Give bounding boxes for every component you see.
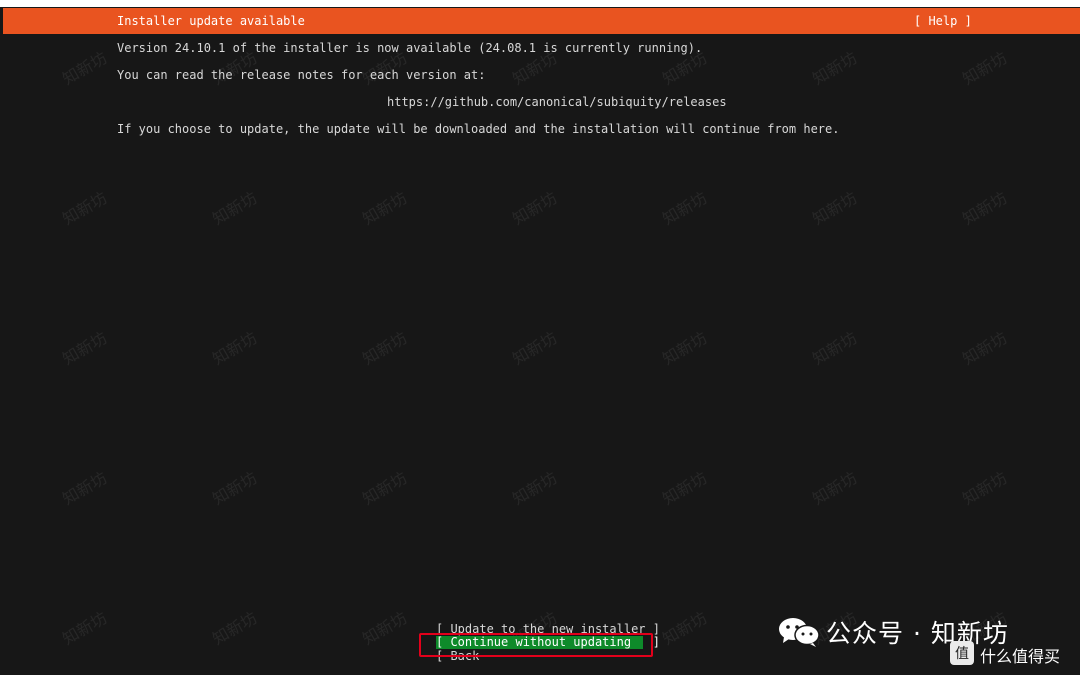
watermark-text: 知新坊	[59, 328, 111, 369]
watermark-text: 知新坊	[809, 468, 861, 509]
watermark-text: 知新坊	[59, 48, 111, 89]
release-notes-url: https://github.com/canonical/subiquity/r…	[387, 95, 727, 109]
watermark-text: 知新坊	[959, 188, 1011, 229]
watermark-text: 知新坊	[359, 328, 411, 369]
watermark-text: 知新坊	[209, 468, 261, 509]
wechat-icon	[778, 616, 820, 648]
watermark-text: 知新坊	[359, 608, 411, 649]
watermark-text: 知新坊	[659, 188, 711, 229]
watermark-text: 知新坊	[209, 188, 261, 229]
watermark-text: 知新坊	[659, 608, 711, 649]
watermark-text: 知新坊	[209, 328, 261, 369]
watermark-text: 知新坊	[359, 468, 411, 509]
brand-watermark: 公众号 · 知新坊	[778, 612, 1009, 652]
window-top-strip	[0, 0, 1080, 7]
watermark-text: 知新坊	[809, 188, 861, 229]
watermark-text: 知新坊	[509, 468, 561, 509]
watermark-text: 知新坊	[59, 468, 111, 509]
version-message: Version 24.10.1 of the installer is now …	[117, 41, 703, 55]
back-button[interactable]: [ Back	[436, 650, 479, 663]
watermark-text: 知新坊	[809, 328, 861, 369]
continue-without-updating-button[interactable]: [ Continue without updating ]	[436, 636, 660, 649]
update-explanation: If you choose to update, the update will…	[117, 122, 840, 136]
watermark-text: 知新坊	[59, 608, 111, 649]
watermark-text: 知新坊	[659, 328, 711, 369]
installer-screen: Installer update available [ Help ] Vers…	[0, 0, 1080, 675]
watermark-text: 知新坊	[509, 328, 561, 369]
corner-badge-icon: 值	[950, 641, 974, 665]
watermark-text: 知新坊	[959, 468, 1011, 509]
watermark-text: 知新坊	[59, 188, 111, 229]
help-button[interactable]: [ Help ]	[914, 14, 972, 28]
watermark-text: 知新坊	[959, 328, 1011, 369]
watermark-text: 知新坊	[509, 188, 561, 229]
watermark-text: 知新坊	[359, 188, 411, 229]
corner-site-text: 什么值得买	[980, 647, 1061, 666]
header-title: Installer update available	[117, 14, 305, 28]
watermark-text: 知新坊	[959, 48, 1011, 89]
watermark-text: 知新坊	[209, 608, 261, 649]
watermark-text: 知新坊	[809, 48, 861, 89]
watermark-text: 知新坊	[659, 468, 711, 509]
release-notes-message: You can read the release notes for each …	[117, 68, 486, 82]
